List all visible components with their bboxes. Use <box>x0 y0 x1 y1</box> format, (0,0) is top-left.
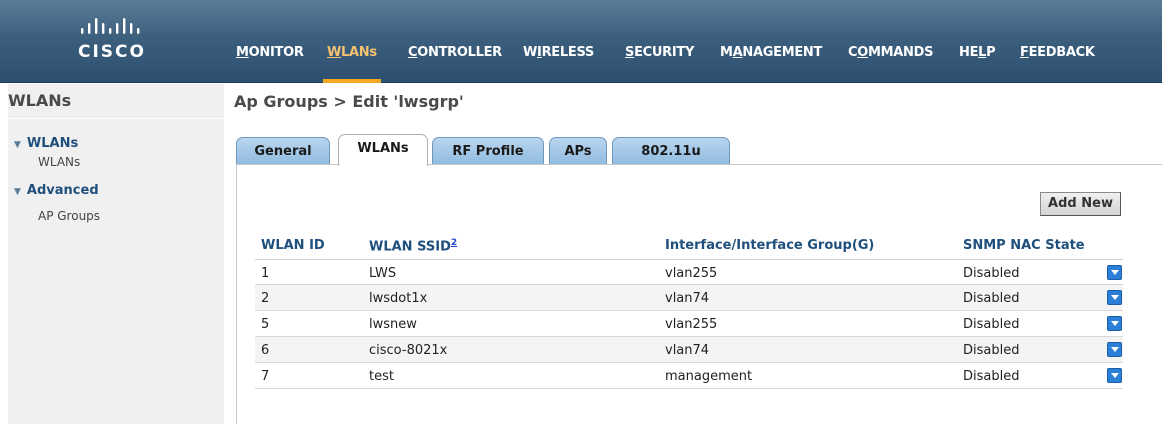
main-content: Ap Groups > Edit 'lwsgrp' General WLANs … <box>224 84 1162 424</box>
sidebar-section-advanced[interactable]: ▼ Advanced <box>14 183 99 198</box>
nav-monitor[interactable]: MONITOR <box>236 45 304 71</box>
sidebar-section-label: WLANs <box>26 136 79 151</box>
table-row: 6 cisco-8021x vlan74 Disabled <box>255 337 1123 363</box>
nav-management[interactable]: MANAGEMENT <box>720 45 822 71</box>
nav-feedback[interactable]: FEEDBACK <box>1020 45 1095 71</box>
column-header-interface: Interface/Interface Group(G) <box>665 238 875 253</box>
sidebar-link-ap-groups[interactable]: AP Groups <box>38 209 100 223</box>
row-dropdown-icon[interactable] <box>1107 368 1122 383</box>
cell-wlan-ssid: test <box>369 369 394 384</box>
cisco-logo-bars-icon <box>81 18 140 34</box>
nav-help[interactable]: HELP <box>959 45 996 71</box>
add-new-button[interactable]: Add New <box>1040 192 1121 216</box>
cell-snmp-nac-state: Disabled <box>963 291 1020 306</box>
sidebar-divider <box>8 118 224 119</box>
cell-interface: vlan255 <box>665 317 718 332</box>
cell-interface: management <box>665 369 753 384</box>
cell-wlan-id: 7 <box>261 369 270 384</box>
nav-security[interactable]: SECURITY <box>625 45 694 71</box>
tab-aps[interactable]: APs <box>549 137 607 165</box>
row-dropdown-icon[interactable] <box>1107 342 1122 357</box>
expand-triangle-icon: ▼ <box>14 140 21 150</box>
cell-interface: vlan74 <box>665 291 710 306</box>
nav-wireless[interactable]: WIRELESS <box>523 45 594 71</box>
cisco-logo[interactable]: CISCO <box>78 18 158 62</box>
nav-commands[interactable]: COMMANDS <box>848 45 933 71</box>
cell-wlan-ssid: lwsdot1x <box>369 291 428 306</box>
top-bar: CISCO MONITOR WLANs CONTROLLER WIRELESS SECU… <box>0 0 1162 83</box>
row-dropdown-icon[interactable] <box>1107 290 1122 305</box>
tab-panel: Add New WLAN ID WLAN SSID2 Interface/Int… <box>236 164 1162 424</box>
cell-wlan-id: 2 <box>261 291 270 306</box>
cell-wlan-ssid: lwsnew <box>369 317 417 332</box>
table-row: 1 LWS vlan255 Disabled <box>255 259 1123 285</box>
sidebar-title: WLANs <box>8 91 72 110</box>
row-dropdown-icon[interactable] <box>1107 316 1122 331</box>
nav-controller[interactable]: CONTROLLER <box>408 45 502 71</box>
row-dropdown-icon[interactable] <box>1107 265 1122 280</box>
sidebar-section-wlans[interactable]: ▼ WLANs <box>14 136 78 151</box>
table-row: 2 lwsdot1x vlan74 Disabled <box>255 285 1123 311</box>
column-header-wlan-id: WLAN ID <box>261 238 325 253</box>
cell-wlan-ssid: LWS <box>369 266 397 281</box>
page-title: Ap Groups > Edit 'lwsgrp' <box>234 92 464 111</box>
tab-general[interactable]: General <box>236 137 330 165</box>
sidebar-panel: WLANs ▼ WLANs WLANs ▼ Advanced AP Groups <box>8 84 224 424</box>
sidebar-section-label: Advanced <box>26 183 99 198</box>
tab-wlans[interactable]: WLANs <box>338 134 428 166</box>
sidebar-link-wlans[interactable]: WLANs <box>38 155 80 169</box>
tab-rf-profile[interactable]: RF Profile <box>432 137 544 165</box>
table-row: 7 test management Disabled <box>255 363 1123 389</box>
column-header-wlan-ssid: WLAN SSID2 <box>369 238 457 254</box>
footnote-link[interactable]: 2 <box>451 238 457 248</box>
cell-wlan-id: 1 <box>261 266 270 281</box>
table-row: 5 lwsnew vlan255 Disabled <box>255 311 1123 337</box>
column-header-snmp-nac-state: SNMP NAC State <box>963 238 1085 253</box>
cell-interface: vlan255 <box>665 266 718 281</box>
cell-interface: vlan74 <box>665 343 710 358</box>
cell-snmp-nac-state: Disabled <box>963 317 1020 332</box>
cell-snmp-nac-state: Disabled <box>963 369 1020 384</box>
cell-wlan-ssid: cisco-8021x <box>369 343 448 358</box>
cell-wlan-id: 6 <box>261 343 270 358</box>
column-header-label: WLAN SSID <box>369 239 451 255</box>
cell-snmp-nac-state: Disabled <box>963 343 1020 358</box>
nav-wlans[interactable]: WLANs <box>323 45 381 83</box>
sidebar: WLANs ▼ WLANs WLANs ▼ Advanced AP Groups <box>0 84 224 424</box>
cisco-logo-text: CISCO <box>78 42 146 62</box>
tab-802-11u[interactable]: 802.11u <box>612 137 730 165</box>
expand-triangle-icon: ▼ <box>14 187 21 197</box>
cell-snmp-nac-state: Disabled <box>963 266 1020 281</box>
cell-wlan-id: 5 <box>261 317 270 332</box>
